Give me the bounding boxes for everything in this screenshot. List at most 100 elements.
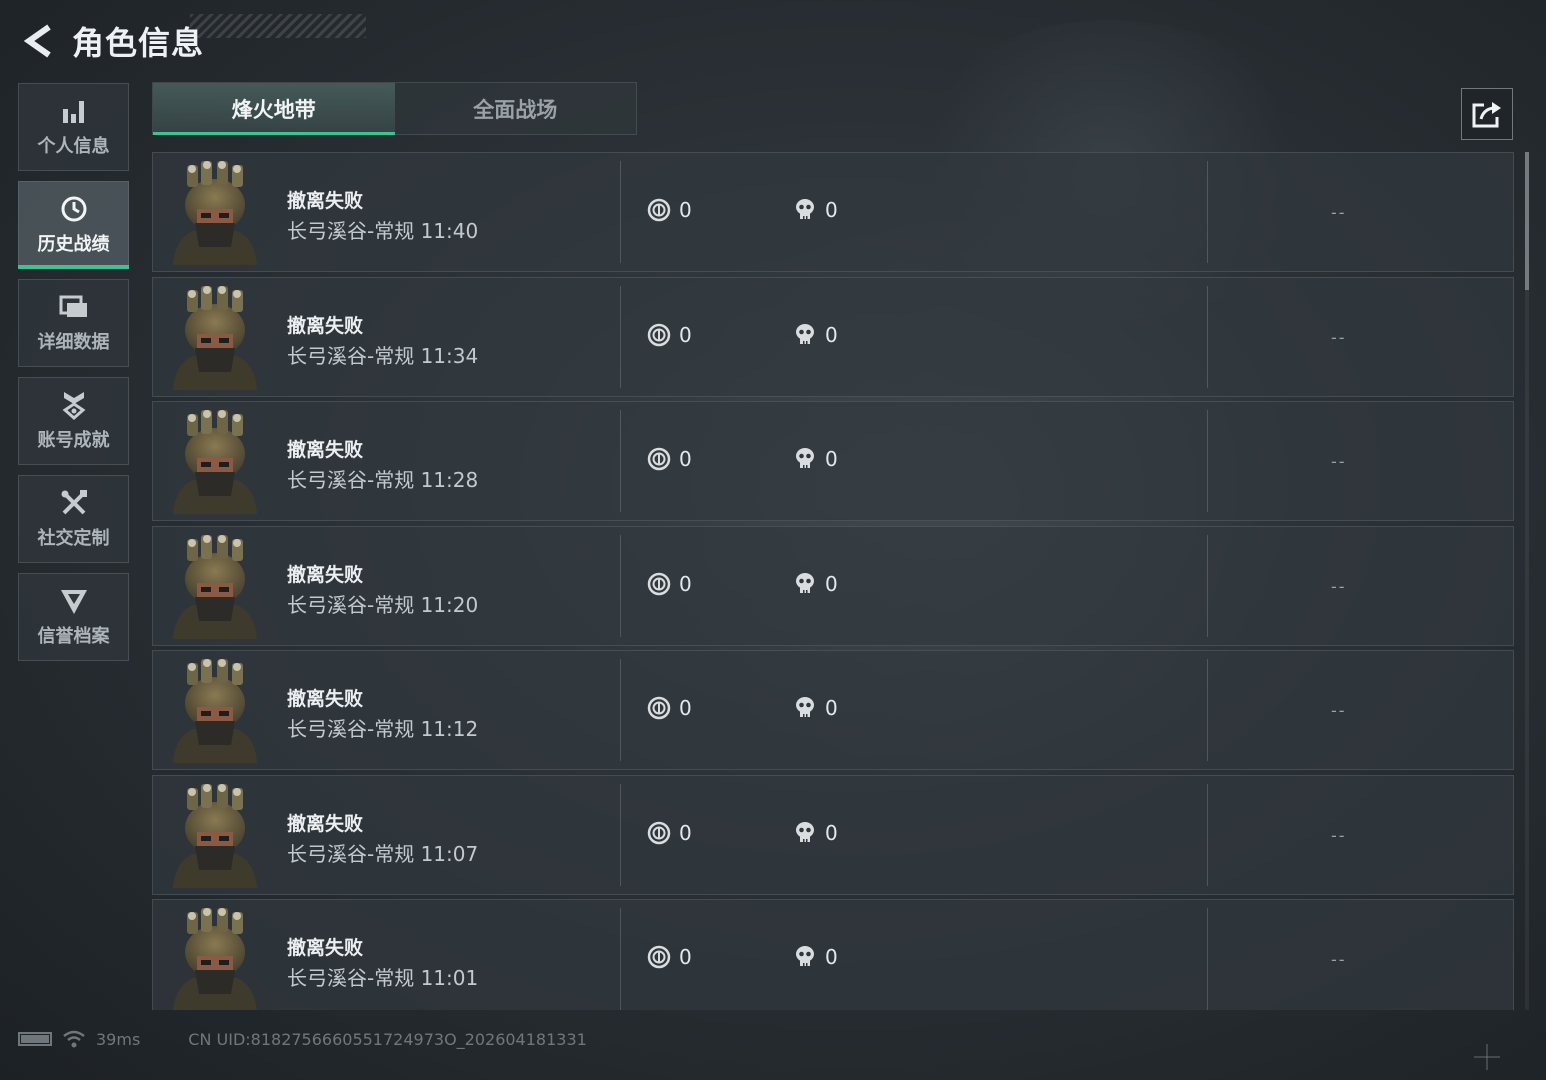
folder-icon	[59, 292, 89, 322]
match-time: 11:07	[420, 841, 479, 866]
coin-value: 0	[679, 571, 692, 596]
match-row[interactable]: 撤离失败 长弓溪谷-常规 11:12 0 0 --	[152, 650, 1514, 770]
coin-value: 0	[679, 322, 692, 347]
match-result: 撤离失败	[287, 937, 364, 959]
medal-icon	[59, 390, 89, 420]
sidebar-item-achievements[interactable]: 账号成就	[18, 377, 129, 465]
match-time: 11:12	[420, 717, 479, 741]
battery-icon	[18, 1032, 52, 1046]
coin-stat: 0	[647, 198, 692, 222]
operator-avatar	[167, 783, 263, 888]
divider	[620, 534, 621, 637]
skull-icon	[793, 945, 817, 969]
back-arrow-icon	[23, 24, 51, 58]
extra-value: --	[1331, 701, 1347, 720]
sidebar-item-label: 社交定制	[37, 528, 110, 549]
map-name: 长弓溪谷-常规	[287, 841, 415, 866]
match-map-time: 长弓溪谷-常规 11:12	[287, 713, 478, 742]
coin-value: 0	[679, 696, 692, 720]
sidebar-item-profile[interactable]: 个人信息	[18, 83, 129, 171]
divider	[620, 285, 621, 388]
coin-icon	[647, 821, 671, 845]
kill-value: 0	[825, 696, 838, 720]
coin-icon	[647, 323, 671, 347]
extra-value: --	[1331, 950, 1347, 969]
match-row[interactable]: 撤离失败 长弓溪谷-常规 11:07 0 0 --	[152, 774, 1514, 895]
coin-icon	[647, 572, 671, 596]
map-name: 长弓溪谷-常规	[287, 468, 415, 492]
match-map-time: 长弓溪谷-常规 11:28	[287, 464, 478, 493]
match-row[interactable]: 撤离失败 长弓溪谷-常规 11:01 0 0 --	[152, 899, 1514, 1010]
kill-value: 0	[825, 571, 838, 596]
coin-stat: 0	[647, 323, 692, 347]
divider	[1207, 908, 1208, 1010]
kill-value: 0	[825, 945, 838, 969]
coin-icon	[647, 945, 671, 969]
coin-value: 0	[679, 945, 692, 969]
coin-stat: 0	[647, 945, 692, 969]
coin-stat: 0	[647, 447, 692, 471]
coin-value: 0	[679, 820, 692, 845]
uid-text: CN UID:8182756660551724973O_202604181331	[188, 1029, 587, 1049]
match-row[interactable]: 撤离失败 长弓溪谷-常规 11:34 0 0 --	[152, 276, 1514, 397]
coin-value: 0	[679, 447, 692, 471]
share-button[interactable]	[1461, 88, 1513, 140]
sidebar-item-label: 账号成就	[37, 430, 110, 451]
coin-value: 0	[679, 198, 692, 222]
scrollbar[interactable]	[1525, 152, 1529, 1010]
divider	[1207, 783, 1208, 886]
header-decoration	[190, 14, 366, 38]
sidebar-item-history[interactable]: 历史战绩	[18, 181, 129, 269]
skull-icon	[793, 572, 817, 596]
match-time: 11:01	[420, 966, 479, 990]
tab-firezone[interactable]: 烽火地带	[153, 83, 395, 135]
match-row[interactable]: 撤离失败 长弓溪谷-常规 11:20 0 0 --	[152, 525, 1514, 646]
kill-stat: 0	[793, 447, 838, 471]
divider	[620, 783, 621, 886]
divider	[1207, 534, 1208, 637]
divider	[1207, 285, 1208, 388]
operator-avatar	[167, 410, 263, 514]
match-result: 撤离失败	[287, 190, 364, 212]
sidebar-item-label: 详细数据	[37, 332, 110, 353]
kill-stat: 0	[793, 323, 838, 347]
sidebar-item-details[interactable]: 详细数据	[18, 279, 129, 367]
coin-icon	[647, 198, 671, 222]
plus-decoration-icon	[1474, 1044, 1500, 1070]
map-name: 长弓溪谷-常规	[287, 966, 415, 990]
match-map-time: 长弓溪谷-常规 11:01	[287, 962, 478, 991]
match-history-list[interactable]: 撤离失败 长弓溪谷-常规 11:40 0 0 -- 撤离失败 长弓溪谷-常规 1…	[152, 152, 1516, 1010]
bar-chart-icon	[59, 96, 89, 126]
kill-stat: 0	[793, 821, 838, 845]
match-result: 撤离失败	[287, 563, 364, 586]
share-icon	[1472, 102, 1501, 128]
kill-value: 0	[825, 198, 838, 222]
extra-value: --	[1331, 576, 1347, 596]
tab-full-battlefield[interactable]: 全面战场	[394, 83, 636, 134]
coin-stat: 0	[647, 696, 692, 720]
match-row[interactable]: 撤离失败 长弓溪谷-常规 11:28 0 0 --	[152, 401, 1514, 521]
divider	[620, 659, 621, 761]
match-time: 11:40	[420, 219, 479, 243]
scrollbar-thumb[interactable]	[1525, 152, 1529, 290]
operator-avatar	[167, 534, 263, 639]
match-row[interactable]: 撤离失败 长弓溪谷-常规 11:40 0 0 --	[152, 152, 1514, 272]
skull-icon	[793, 696, 817, 720]
extra-value: --	[1331, 452, 1347, 471]
match-map-time: 长弓溪谷-常规 11:07	[287, 838, 478, 867]
page-title: 角色信息	[72, 24, 205, 62]
extra-value: --	[1331, 327, 1347, 347]
coin-stat: 0	[647, 821, 692, 845]
coin-icon	[647, 447, 671, 471]
map-name: 长弓溪谷-常规	[287, 592, 415, 617]
sidebar-item-reputation[interactable]: 信誉档案	[18, 573, 129, 661]
divider	[620, 161, 621, 263]
kill-value: 0	[825, 322, 838, 347]
back-button[interactable]	[18, 21, 58, 61]
match-result: 撤离失败	[287, 314, 364, 337]
match-result: 撤离失败	[287, 812, 364, 835]
sidebar: 个人信息 历史战绩 详细数据 账号成就 社交定制 信誉档案	[18, 83, 129, 671]
skull-icon	[793, 821, 817, 845]
sidebar-item-social[interactable]: 社交定制	[18, 475, 129, 563]
sidebar-item-label: 个人信息	[37, 136, 110, 157]
